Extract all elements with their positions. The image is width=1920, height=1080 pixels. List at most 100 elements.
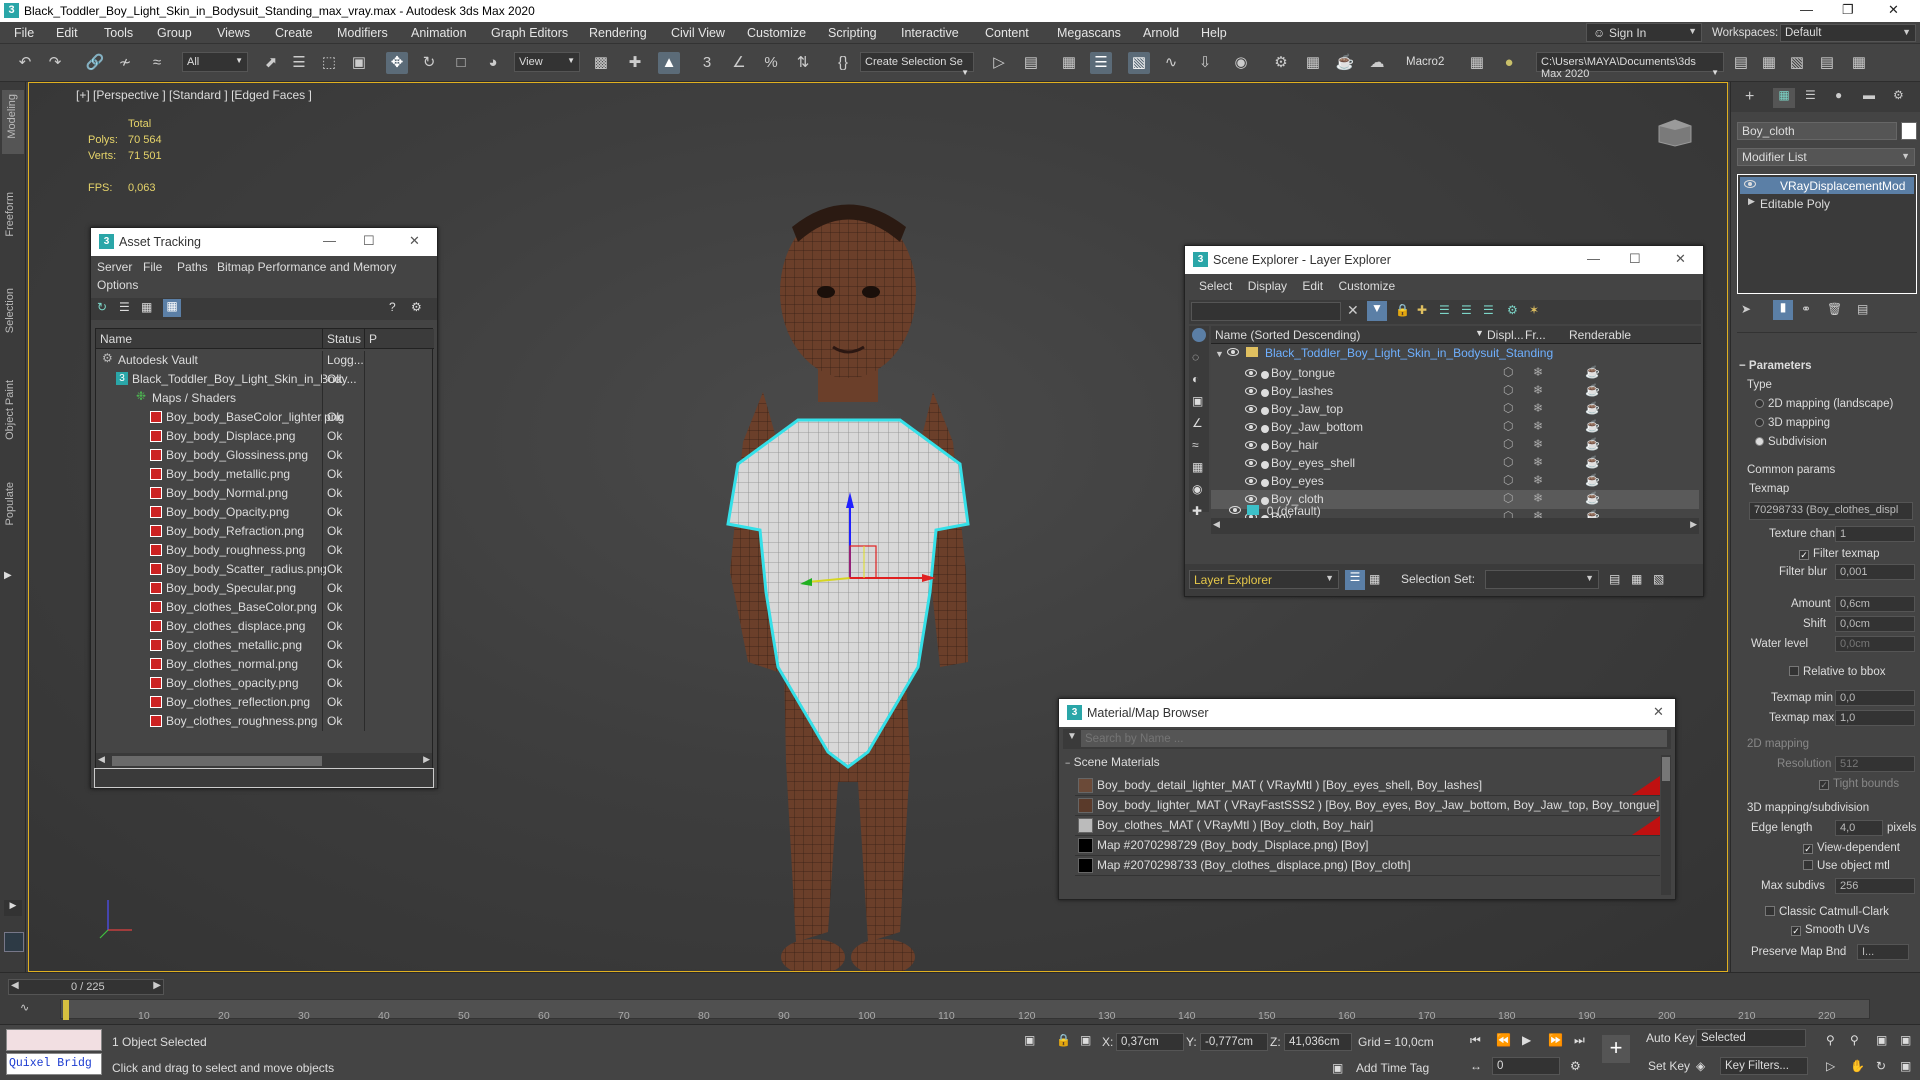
tab-object-paint[interactable]: Object Paint <box>4 380 16 440</box>
key-filters-icon[interactable]: ◈ <box>1696 1059 1705 1073</box>
eye-icon[interactable] <box>1245 421 1260 435</box>
scroll-right-icon[interactable]: ▶ <box>423 754 430 765</box>
menu-display[interactable]: Display <box>1248 279 1287 293</box>
object-color-swatch[interactable] <box>1901 122 1917 140</box>
orbit-icon[interactable]: ↻ <box>1876 1059 1886 1073</box>
amount-spinner[interactable]: 0,6cm <box>1835 596 1915 612</box>
named-selection-set-select[interactable]: Create Selection Se ▼ <box>860 52 974 77</box>
key-selection-select[interactable]: Selected <box>1696 1029 1806 1047</box>
menu-group[interactable]: Group <box>157 26 192 40</box>
align-icon[interactable]: ▤ <box>1020 52 1042 74</box>
close-icon[interactable]: ✕ <box>409 233 420 249</box>
selection-filter-select[interactable]: All ▼ <box>182 52 248 72</box>
next-frame-icon[interactable]: ▶ <box>153 980 161 991</box>
material-row[interactable]: Map #2070298733 (Boy_clothes_displace.pn… <box>1075 856 1660 876</box>
type-3d-mapping-radio[interactable]: 3D mapping <box>1755 417 1830 429</box>
close-icon[interactable]: ✕ <box>1653 704 1664 720</box>
display-as-box-icon[interactable]: ⬡ <box>1503 383 1513 397</box>
asset-tracking-titlebar[interactable]: 3 Asset Tracking — ☐ ✕ <box>91 228 437 256</box>
select-and-rotate-icon[interactable]: ↻ <box>418 52 440 74</box>
edit-named-selection-icon[interactable]: {} <box>832 52 854 74</box>
menu-rendering[interactable]: Rendering <box>589 26 647 40</box>
expand-arrow-icon[interactable]: ▶ <box>1748 196 1755 207</box>
filter-icon[interactable]: ▼ <box>1367 301 1387 321</box>
hierarchy-mode-icon[interactable]: ▦ <box>1369 572 1380 586</box>
add-time-tag-button[interactable]: Add Time Tag <box>1356 1061 1429 1075</box>
select-by-name-icon[interactable]: ☰ <box>288 52 310 74</box>
display-as-box-icon[interactable]: ⬡ <box>1503 455 1513 469</box>
current-frame-field[interactable]: 0 <box>1492 1057 1560 1075</box>
menu-tools[interactable]: Tools <box>104 26 133 40</box>
menu-scripting[interactable]: Scripting <box>828 26 877 40</box>
reference-coordinate-select[interactable]: View ▼ <box>514 52 580 72</box>
tab-selection[interactable]: Selection <box>4 288 16 333</box>
ribbon-toggle-icon[interactable]: ▦ <box>1848 52 1870 74</box>
zoom-icon[interactable]: ⚲ <box>1826 1033 1835 1047</box>
resolution-spinner[interactable]: 512 <box>1835 756 1915 772</box>
menu-edit[interactable]: Edit <box>1302 279 1323 293</box>
freeze-icon[interactable]: ❄ <box>1533 383 1543 397</box>
angle-snap-icon[interactable]: ∠ <box>728 52 750 74</box>
help-icon[interactable]: ? <box>389 300 396 314</box>
material-search-input[interactable] <box>1081 730 1667 747</box>
material-row[interactable]: Boy_clothes_MAT ( VRayMtl ) [Boy_cloth, … <box>1075 816 1660 836</box>
unlink-icon[interactable]: ≁ <box>114 52 136 74</box>
tab-populate[interactable]: Populate <box>4 482 16 525</box>
modifier-list-select[interactable]: Modifier List ▼ <box>1737 148 1915 166</box>
type-2d-mapping-radio[interactable]: 2D mapping (landscape) <box>1755 398 1893 410</box>
scroll-thumb[interactable] <box>112 756 322 766</box>
move-crosshair-icon[interactable]: ✚ <box>624 52 646 74</box>
modify-tab-icon[interactable]: ▦ <box>1773 88 1795 108</box>
menu-edit[interactable]: Edit <box>56 26 78 40</box>
asset-row[interactable]: Boy_body_Glossiness.png Ok <box>96 446 432 465</box>
material-editor-icon[interactable]: ◉ <box>1230 52 1252 74</box>
smooth-uvs-checkbox[interactable]: ✓ Smooth UVs <box>1791 924 1870 936</box>
time-slider[interactable]: ◀ 0 / 225 ▶ <box>8 979 164 995</box>
set-key-button[interactable]: Set Key <box>1648 1059 1690 1073</box>
set-keys-icon[interactable]: + <box>1602 1035 1630 1063</box>
eye-icon[interactable] <box>1245 475 1260 489</box>
filter-blur-spinner[interactable]: 0,001 <box>1835 564 1915 580</box>
utilities-tab-icon[interactable]: ⚙ <box>1893 88 1904 102</box>
percent-snap-icon[interactable]: % <box>760 52 782 74</box>
curve-editor-icon[interactable]: ∿ <box>1160 52 1182 74</box>
toddler-model[interactable] <box>668 142 1008 982</box>
menu-help[interactable]: Help <box>1201 26 1227 40</box>
eye-icon[interactable] <box>1245 439 1260 453</box>
workspace-manager-icon[interactable]: ▤ <box>1816 52 1838 74</box>
container-icon[interactable]: ▦ <box>1758 52 1780 74</box>
scroll-thumb[interactable] <box>1662 757 1670 781</box>
current-frame-marker[interactable] <box>63 1000 69 1020</box>
table-view-icon[interactable]: ▦ <box>141 300 152 314</box>
clear-find-icon[interactable]: ✕ <box>1347 302 1359 319</box>
freeze-icon[interactable]: ❄ <box>1533 473 1543 487</box>
snaps-toggle-icon[interactable]: 3 <box>696 52 718 74</box>
asset-row[interactable]: Boy_clothes_reflection.png Ok <box>96 693 432 712</box>
layer-stack-icon[interactable]: ☰ <box>1439 303 1450 317</box>
column-p[interactable]: P <box>369 332 377 346</box>
y-coordinate-field[interactable]: -0,777cm <box>1200 1033 1268 1051</box>
maximize-icon[interactable]: ☐ <box>363 233 375 249</box>
previous-key-icon[interactable]: ⏪ <box>1496 1033 1511 1047</box>
render-setup-icon[interactable]: ⚙ <box>1270 52 1292 74</box>
minimize-icon[interactable]: — <box>323 233 336 248</box>
settings-icon[interactable]: ⚙ <box>411 300 422 314</box>
menu-select[interactable]: Select <box>1199 279 1232 293</box>
freeze-icon[interactable]: ❄ <box>1533 419 1543 433</box>
viewcube[interactable] <box>1653 118 1697 148</box>
display-as-box-icon[interactable]: ⬡ <box>1503 437 1513 451</box>
play-icon[interactable]: ▶ <box>1522 1033 1531 1047</box>
layer-mode-icon[interactable]: ☰ <box>1345 570 1365 590</box>
render-production-icon[interactable]: ☕ <box>1334 52 1356 74</box>
display-as-box-icon[interactable]: ⬡ <box>1503 401 1513 415</box>
asset-row[interactable]: Boy_clothes_metallic.png Ok <box>96 636 432 655</box>
select-object-icon[interactable]: ⬈ <box>260 52 282 74</box>
macro-grid-icon[interactable]: ▦ <box>1466 52 1488 74</box>
display-as-box-icon[interactable]: ⬡ <box>1503 491 1513 505</box>
undo-icon[interactable]: ↶ <box>14 52 36 74</box>
asset-row[interactable]: ⚙ Autodesk Vault Logg... <box>96 351 432 370</box>
eye-icon[interactable] <box>1229 506 1241 514</box>
scene-object-row[interactable]: Boy_eyes_shell ⬡ ❄ ☕ <box>1211 454 1699 473</box>
time-tag-icon[interactable]: ▣ <box>1332 1061 1343 1075</box>
project-folder-select[interactable]: C:\Users\MAYA\Documents\3ds Max 2020 ▼ <box>1536 52 1724 80</box>
